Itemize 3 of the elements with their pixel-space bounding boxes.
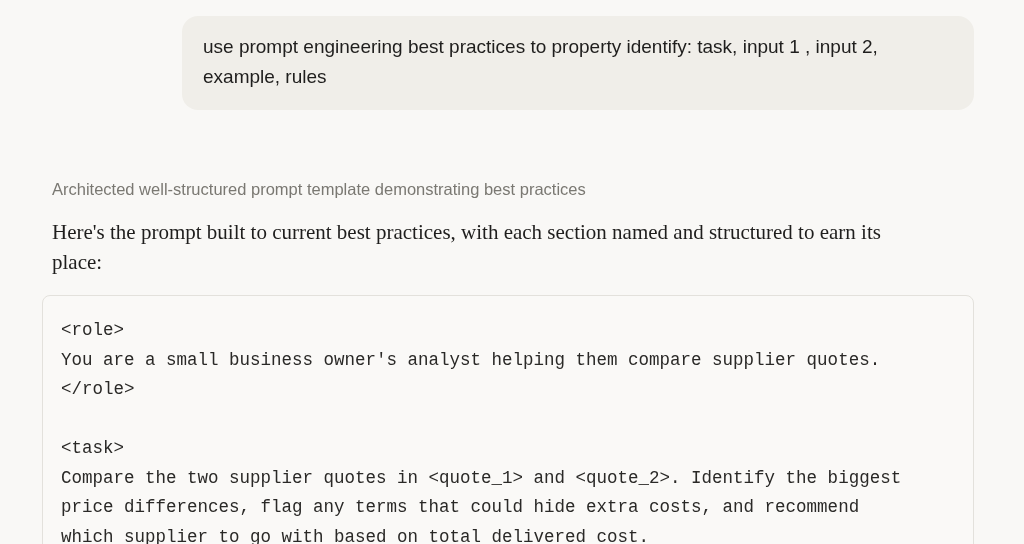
thinking-summary[interactable]: Architected well-structured prompt template demonstrating best practices	[52, 177, 1024, 201]
response-paragraph: Here's the prompt built to current best practices, with each section named and structured to earn its place:	[52, 219, 882, 276]
user-message-text: use prompt engineering best practices to property identify: task, input 1 , input 2, example, rules	[203, 36, 878, 87]
